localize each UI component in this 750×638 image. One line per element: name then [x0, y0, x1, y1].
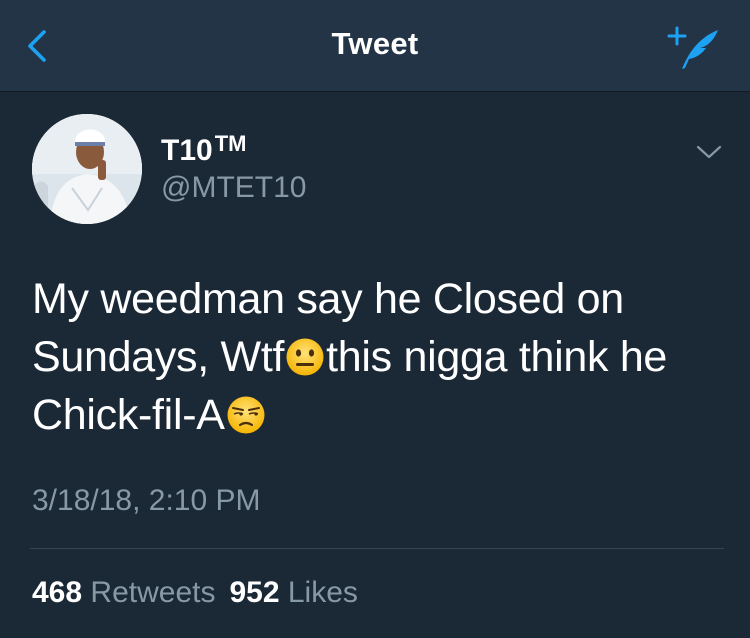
author-handle[interactable]: @MTET10	[161, 171, 306, 205]
avatar-image	[32, 114, 142, 224]
neutral-face-emoji	[286, 338, 324, 376]
chevron-down-icon[interactable]	[694, 142, 724, 162]
likes-stat[interactable]: 952 Likes	[229, 576, 357, 609]
retweets-stat[interactable]: 468 Retweets	[32, 576, 215, 609]
compose-tweet-icon[interactable]	[664, 24, 724, 72]
retweets-count: 468	[32, 576, 83, 609]
likes-label: Likes	[287, 576, 358, 609]
avatar[interactable]	[32, 114, 142, 224]
navigation-bar: Tweet	[0, 0, 750, 92]
author-name-text: T10	[161, 134, 213, 167]
divider	[30, 548, 724, 549]
tweet-timestamp: 3/18/18, 2:10 PM	[32, 484, 261, 517]
trademark-badge: TM	[214, 131, 247, 156]
retweets-label: Retweets	[90, 576, 216, 609]
tweet-stats: 468 Retweets 952 Likes	[32, 576, 358, 610]
tweet-text: My weedman say he Closed on Sundays, Wtf…	[32, 270, 732, 444]
page-title: Tweet	[331, 26, 419, 61]
author-name[interactable]: T10TM	[161, 131, 246, 168]
likes-count: 952	[229, 576, 280, 609]
unamused-face-emoji	[227, 396, 265, 434]
